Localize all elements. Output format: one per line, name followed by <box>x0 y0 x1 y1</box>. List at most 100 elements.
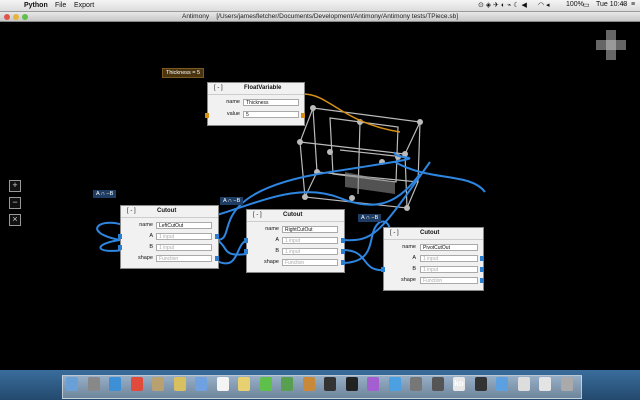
volume-icon[interactable]: ◂ <box>546 1 550 9</box>
photobooth-icon[interactable] <box>324 377 336 391</box>
field-label-name: name <box>265 226 279 232</box>
field-label-name: name <box>226 99 240 105</box>
itunes-icon[interactable] <box>367 377 379 391</box>
ibooks-icon[interactable] <box>302 377 315 391</box>
node-cutout-right[interactable]: [ - ] Cutout name RightCutOut A1 input B1… <box>244 209 345 273</box>
photos-icon[interactable] <box>173 377 186 391</box>
close-panel-button[interactable]: × <box>9 214 21 226</box>
window-title: Antimony [/Users/jamesfletcher/Documents… <box>0 13 640 20</box>
archive-icon[interactable] <box>517 377 530 391</box>
collapse-button[interactable]: [ - ] <box>253 212 267 218</box>
node-cutout-pivot[interactable]: [ - ] Cutout name PivotCutOut A 1 input B1… <box>381 227 484 291</box>
documents-icon[interactable] <box>539 377 551 391</box>
collapse-button[interactable]: [ - ] <box>214 85 228 91</box>
output-port-b[interactable] <box>341 249 345 254</box>
field-label-name: name <box>402 244 416 250</box>
b-field[interactable]: 1 input <box>156 244 212 251</box>
a-field[interactable]: 1 input <box>420 255 478 262</box>
search-icon[interactable]: ⌕ <box>622 1 626 9</box>
node-title: FloatVariable <box>244 85 282 91</box>
wireframe-fill <box>345 172 395 194</box>
name-field[interactable]: Thickness <box>243 99 299 106</box>
input-port-a[interactable] <box>244 238 248 243</box>
thickness-tooltip: Thickness = 5 <box>162 68 205 78</box>
folder-icon[interactable] <box>496 377 508 391</box>
field-label-b: B <box>149 244 153 250</box>
cutout-label-mid[interactable]: A ∩ −B <box>220 197 244 205</box>
viewport-nav-cross[interactable] <box>596 30 626 60</box>
input-port-b[interactable] <box>381 267 385 272</box>
battery-icon: ▭ <box>583 2 590 9</box>
notes-icon[interactable] <box>238 377 250 391</box>
graph-canvas[interactable]: + − × Thickness = 5 A ∩ −B A ∩ −B A ∩ −B… <box>0 22 640 370</box>
b-field[interactable]: 1 input <box>282 248 338 255</box>
field-label-shape: shape <box>264 259 279 265</box>
collapse-button[interactable]: [ - ] <box>390 230 404 236</box>
a-field[interactable]: 1 input <box>156 233 212 240</box>
node-title: Cutout <box>420 230 440 236</box>
field-label-a: A <box>149 233 153 239</box>
battery-percent[interactable]: 100% <box>566 1 584 8</box>
mail-icon[interactable] <box>195 377 207 391</box>
name-field[interactable]: PivotCutOut <box>420 244 478 251</box>
menu-bar: Python File Export ⊙ ◈ ✈ ◐ ⌁ ☾ ◀ ◠ ◂ 100… <box>0 0 640 12</box>
output-port-shape[interactable] <box>215 256 219 261</box>
facetime-icon[interactable] <box>281 377 293 391</box>
preview-icon[interactable] <box>152 377 164 391</box>
cutout-label-right[interactable]: A ∩ −B <box>358 214 382 222</box>
output-port-shape[interactable] <box>341 260 345 265</box>
name-field[interactable]: RightCutOut <box>282 226 338 233</box>
field-label-shape: shape <box>401 277 416 283</box>
node-cutout-left[interactable]: [ - ] Cutout name LeftCutOut A1 input B1 … <box>118 205 219 269</box>
value-field[interactable]: 5 <box>243 111 299 118</box>
status-icons[interactable]: ⊙ ◈ ✈ ◐ ⌁ ☾ ◀ <box>478 1 527 9</box>
a-field[interactable]: 1 input <box>282 237 338 244</box>
window-app-name: Antimony <box>181 13 210 20</box>
input-port[interactable] <box>205 113 209 118</box>
field-label-a: A <box>412 255 416 261</box>
output-port-a[interactable] <box>341 238 345 243</box>
finder-icon[interactable] <box>66 377 78 391</box>
zoom-in-button[interactable]: + <box>9 180 21 192</box>
node-title: Cutout <box>283 212 303 218</box>
menu-file[interactable]: File <box>55 2 66 9</box>
menu-export[interactable]: Export <box>74 2 94 9</box>
messages-icon[interactable] <box>259 377 272 391</box>
collapse-button[interactable]: [ - ] <box>127 208 141 214</box>
input-port-a[interactable] <box>118 234 122 239</box>
shape-field[interactable]: Function <box>282 259 338 266</box>
activity-icon[interactable] <box>431 377 444 391</box>
node-title: Cutout <box>157 208 177 214</box>
wifi-icon[interactable]: ◠ <box>538 1 544 9</box>
shape-field[interactable]: Function <box>420 277 478 284</box>
window-file-path: [/Users/jamesfletcher/Documents/Developm… <box>216 13 459 20</box>
node-floatvariable[interactable]: [ - ] FloatVariable name Thickness value… <box>205 82 305 126</box>
cutout-label-left[interactable]: A ∩ −B <box>93 190 117 198</box>
launchpad-icon[interactable] <box>87 377 100 391</box>
field-label-value: value <box>226 111 240 117</box>
field-label-shape: shape <box>138 255 153 261</box>
name-field[interactable]: LeftCutOut <box>156 222 212 229</box>
input-port-b[interactable] <box>244 249 248 254</box>
menu-app-python[interactable]: Python <box>24 2 48 9</box>
terminal-icon[interactable] <box>345 377 358 391</box>
notification-icon[interactable]: ≡ <box>631 1 635 8</box>
output-port-a[interactable] <box>480 256 484 261</box>
inkscape-icon[interactable] <box>474 377 487 391</box>
trash-icon[interactable] <box>560 377 573 391</box>
zoom-out-button[interactable]: − <box>9 197 21 209</box>
b-field[interactable]: 1 input <box>420 266 478 273</box>
calendar-icon[interactable] <box>216 377 229 391</box>
output-port-a[interactable] <box>215 234 219 239</box>
field-label-a: A <box>275 237 279 243</box>
ko-icon[interactable]: ko <box>453 377 465 391</box>
output-port[interactable] <box>301 113 305 118</box>
appstore-icon[interactable] <box>388 377 401 391</box>
output-port-shape[interactable] <box>480 278 484 283</box>
safari-icon[interactable] <box>109 377 121 391</box>
output-port-b[interactable] <box>480 267 484 272</box>
input-port-b[interactable] <box>118 245 122 250</box>
shape-field[interactable]: Function <box>156 255 212 262</box>
sysprefs-icon[interactable] <box>410 377 422 391</box>
chrome-icon[interactable] <box>130 377 143 391</box>
